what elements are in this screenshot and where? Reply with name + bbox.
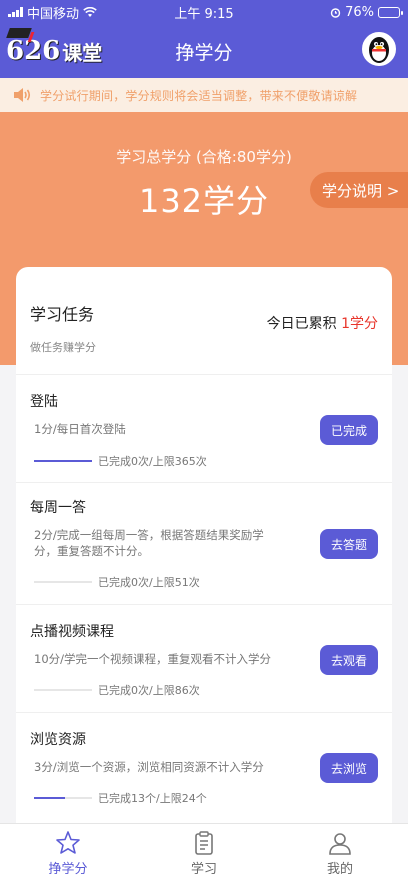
task-progress-bar <box>34 581 92 583</box>
task-desc: 10分/学完一个视频课程，重复观看不计入学分 <box>34 652 272 666</box>
battery-percent: 76% <box>345 4 374 20</box>
task-progress-bar <box>34 460 92 462</box>
watch-video-button[interactable]: 去观看 <box>320 645 378 675</box>
notice-banner: 学分试行期间，学分规则将会适当调整，带来不便敬请谅解 <box>0 78 408 112</box>
task-progress-fill <box>34 460 92 462</box>
task-item-login: 登陆 1分/每日首次登陆 已完成0次/上限365次 已完成 <box>16 375 392 483</box>
speaker-icon <box>14 88 31 102</box>
penguin-icon <box>369 37 389 63</box>
task-section-subtitle: 做任务赚学分 <box>30 341 96 354</box>
tab-bar: 挣学分 学习 我的 <box>0 823 408 883</box>
task-item-video-course: 点播视频课程 10分/学完一个视频课程，重复观看不计入学分 已完成0次/上限86… <box>16 605 392 713</box>
total-credits-label: 学习总学分 (合格:80学分) <box>116 148 292 166</box>
avatar[interactable] <box>362 32 396 66</box>
task-desc: 3分/浏览一个资源，浏览相同资源不计入学分 <box>34 760 264 774</box>
task-desc: 1分/每日首次登陆 <box>34 422 126 436</box>
completed-button[interactable]: 已完成 <box>320 415 378 445</box>
wifi-icon <box>83 6 97 17</box>
task-name: 浏览资源 <box>30 732 86 748</box>
tab-label: 学习 <box>190 862 217 877</box>
task-progress-text: 已完成0次/上限51次 <box>98 576 200 589</box>
task-item-weekly-quiz: 每周一答 2分/完成一组每周一答，根据答题结果奖励学分，重复答题不计分。 已完成… <box>16 483 392 605</box>
task-name: 每周一答 <box>30 500 86 516</box>
star-icon <box>56 831 80 854</box>
task-card: 学习任务 做任务赚学分 今日已累积 1学分 登陆 1分/每日首次登陆 已完成0次… <box>16 267 392 823</box>
task-name: 登陆 <box>30 394 58 410</box>
status-bar: 中国移动 上午 9:15 76% <box>0 0 408 24</box>
tab-label: 挣学分 <box>48 862 88 877</box>
browse-resources-button[interactable]: 去浏览 <box>320 753 378 783</box>
carrier-label: 中国移动 <box>27 6 80 22</box>
task-name: 点播视频课程 <box>30 624 114 640</box>
today-credits: 今日已累积 1学分 <box>267 313 378 333</box>
nav-bar: 626 课堂 挣学分 <box>0 24 408 78</box>
page-title: 挣学分 <box>175 42 233 64</box>
tab-study[interactable]: 学习 <box>136 824 272 883</box>
credit-explain-label: 学分说明 > <box>322 181 400 200</box>
task-progress-text: 已完成13个/上限24个 <box>98 792 207 805</box>
notice-text: 学分试行期间，学分规则将会适当调整，带来不便敬请谅解 <box>40 88 358 103</box>
tab-label: 我的 <box>326 862 353 877</box>
task-progress-fill <box>34 797 66 799</box>
alarm-icon <box>330 7 341 18</box>
answer-quiz-button[interactable]: 去答题 <box>320 529 378 559</box>
user-icon <box>329 833 351 855</box>
task-progress-text: 已完成0次/上限365次 <box>98 455 207 468</box>
signal-icon <box>8 7 23 17</box>
task-section-title: 学习任务 <box>30 305 95 324</box>
task-progress-bar <box>34 689 92 691</box>
task-item-browse-resources: 浏览资源 3分/浏览一个资源，浏览相同资源不计入学分 已完成13个/上限24个 … <box>16 713 392 823</box>
task-progress-text: 已完成0次/上限86次 <box>98 684 200 697</box>
credit-explain-button[interactable]: 学分说明 > <box>310 172 408 208</box>
today-credits-value: 1学分 <box>341 316 378 332</box>
tab-earn-credits[interactable]: 挣学分 <box>0 824 136 883</box>
clipboard-icon <box>195 831 213 855</box>
battery-icon <box>378 6 403 18</box>
task-desc: 2分/完成一组每周一答，根据答题结果奖励学分，重复答题不计分。 <box>34 528 264 558</box>
tab-mine[interactable]: 我的 <box>272 824 408 883</box>
task-card-header: 学习任务 做任务赚学分 今日已累积 1学分 <box>16 267 392 375</box>
today-credits-label: 今日已累积 <box>266 316 342 332</box>
task-progress-bar <box>34 797 92 799</box>
